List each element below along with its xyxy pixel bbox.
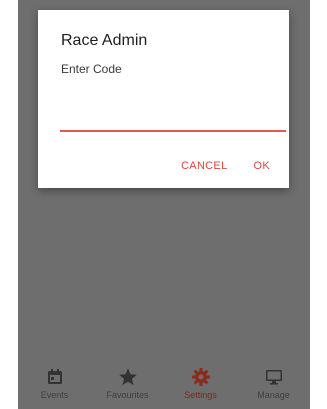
nav-item-manage[interactable]: Manage (239, 361, 309, 400)
code-input[interactable] (60, 108, 286, 132)
dialog-message: Enter Code (61, 62, 122, 76)
app-screen: Race Admin Enter Code CANCEL OK Events F… (18, 0, 310, 409)
gear-icon (191, 368, 210, 386)
nav-item-events[interactable]: Events (20, 361, 90, 400)
ok-button[interactable]: OK (243, 158, 282, 174)
cancel-button[interactable]: CANCEL (170, 158, 238, 174)
nav-label: Settings (184, 390, 217, 400)
dialog-actions: CANCEL OK (170, 158, 281, 174)
nav-item-favourites[interactable]: Favourites (93, 361, 163, 400)
calendar-icon (47, 369, 62, 384)
dialog-title: Race Admin (61, 32, 148, 49)
nav-label: Manage (257, 390, 290, 400)
bottom-navigation: Events Favourites Settings Manage (18, 361, 310, 409)
monitor-icon (265, 370, 282, 385)
nav-item-settings[interactable]: Settings (166, 361, 236, 400)
nav-label: Events (40, 390, 69, 400)
nav-label: Favourites (106, 390, 149, 400)
star-icon (118, 368, 137, 385)
race-admin-dialog: Race Admin Enter Code CANCEL OK (38, 10, 289, 188)
